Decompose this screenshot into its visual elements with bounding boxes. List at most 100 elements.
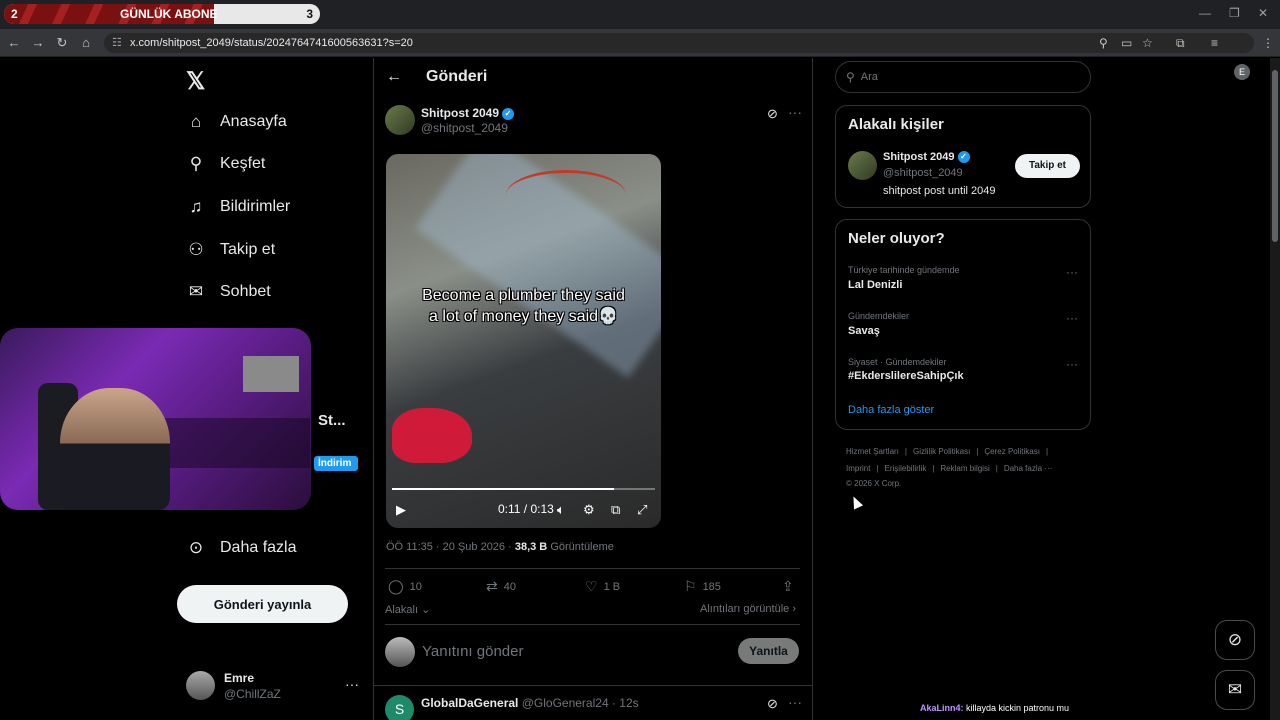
page-scrollbar[interactable]	[1270, 58, 1280, 720]
grok-fab-icon[interactable]: ⊘	[1215, 620, 1255, 660]
profile-avatar[interactable]: E	[1234, 64, 1250, 80]
tweet-more-icon[interactable]: ···	[788, 104, 802, 120]
next-tweet-author[interactable]: GlobalDaGeneral @GloGeneral24 · 12s	[421, 696, 639, 710]
forward-icon[interactable]: →	[30, 35, 46, 50]
account-name[interactable]: Emre	[224, 671, 254, 685]
restore-icon[interactable]: ❐	[1229, 6, 1240, 20]
discount-badge[interactable]: İndirim	[314, 456, 358, 471]
reply-icon: ◯	[388, 578, 404, 594]
site-info-icon[interactable]: ☷	[112, 36, 122, 49]
nav-item-notifications[interactable]: ♫ Bildirimler	[186, 192, 291, 222]
bookmark-icon: ⚐	[684, 578, 697, 594]
back-icon[interactable]: ←	[6, 35, 22, 50]
footer-link[interactable]: Imprint	[846, 464, 870, 473]
post-button[interactable]: Gönderi yayınla	[177, 585, 348, 623]
home-icon[interactable]: ⌂	[78, 35, 94, 50]
play-icon[interactable]: ▶	[396, 502, 406, 518]
footer-links-row: Imprint | Erişilebilirlik | Reklam bilgisi | D…	[846, 464, 1058, 473]
menu-icon[interactable]: ⋮	[1262, 36, 1274, 50]
column-divider	[812, 58, 813, 720]
trend-more-icon[interactable]: ···	[1066, 311, 1078, 325]
video-red-hat	[392, 408, 472, 463]
nav-item-home[interactable]: ⌂ Anasayfa	[186, 107, 287, 137]
tweet-more-icon[interactable]: ···	[788, 694, 802, 710]
related-person-avatar[interactable]	[848, 151, 877, 180]
tab-left-number: 2	[11, 7, 18, 21]
cast-icon[interactable]: ▭	[1121, 36, 1132, 50]
video-progress-fill	[392, 488, 615, 490]
extensions-icon[interactable]: ⧉	[1176, 36, 1185, 51]
trend-more-icon[interactable]: ···	[1066, 357, 1078, 371]
footer-sep: |	[976, 447, 979, 456]
home-icon: ⌂	[190, 112, 202, 131]
trend-name[interactable]: #EkderslilereSahipÇık	[848, 370, 964, 382]
view-quotes-link[interactable]: Alıntıları görüntüle ›	[700, 603, 796, 615]
caption-line: a lot of money they said💀	[429, 308, 618, 325]
video-player[interactable]: Become a plumber they said a lot of mone…	[386, 154, 661, 528]
bookmark-star-icon[interactable]: ☆	[1142, 36, 1153, 50]
tweet-author-name[interactable]: Shitpost 2049 ✓	[421, 106, 515, 120]
volume-icon[interactable]: 🔈︎	[557, 502, 565, 518]
nav-label: Daha fazla	[220, 539, 297, 556]
tweet-date[interactable]: ÖÖ 11:35 · 20 Şub 2026 ·	[386, 541, 515, 553]
reply-button[interactable]: Yanıtla	[738, 638, 799, 664]
retweet-count: 40	[503, 580, 516, 593]
retweet-action[interactable]: ⇄ 40	[486, 578, 516, 595]
like-action[interactable]: ♡ 1 B	[585, 578, 620, 595]
scrollbar-thumb[interactable]	[1272, 70, 1278, 242]
url-field[interactable]: ☷ x.com/shitpost_2049/status/20247647416…	[104, 33, 1254, 53]
footer-link[interactable]: Reklam bilgisi	[940, 464, 989, 473]
search-input[interactable]: ⚲ Ara	[835, 61, 1091, 93]
messages-fab-icon[interactable]: ✉	[1215, 670, 1255, 710]
account-handle: @ChillZaZ	[224, 687, 281, 701]
bookmark-action[interactable]: ⚐ 185	[684, 578, 721, 595]
mouse-cursor-icon	[848, 494, 864, 510]
reply-avatar	[385, 637, 415, 667]
footer-link[interactable]: Gizlilik Politikası	[913, 447, 970, 456]
video-pipe	[506, 170, 626, 220]
trend-name[interactable]: Savaş	[848, 325, 880, 337]
tweet-author-handle[interactable]: @shitpost_2049	[421, 121, 508, 135]
footer-link[interactable]: Hizmet Şartları	[846, 447, 899, 456]
trend-name[interactable]: Lal Denizli	[848, 279, 902, 291]
footer-link[interactable]: Çerez Politikası	[984, 447, 1040, 456]
nav-item-chat[interactable]: ✉ Sohbet	[186, 277, 271, 307]
footer-sep: |	[932, 464, 935, 473]
webcam-picture-frame	[243, 356, 299, 392]
show-more-link[interactable]: Daha fazla göster	[848, 404, 934, 416]
reply-action[interactable]: ◯ 10	[388, 578, 422, 595]
browser-tab[interactable]: 2 GÜNLÜK ABONE 3	[4, 4, 320, 24]
nav-item-more[interactable]: ⊙ Daha fazla	[186, 533, 297, 563]
video-progress-bar[interactable]	[392, 488, 655, 490]
x-logo-icon[interactable]: 𝕏	[186, 67, 205, 96]
related-dropdown[interactable]: Alakalı ⌄	[385, 603, 430, 616]
back-arrow-icon[interactable]: ←	[386, 68, 402, 86]
zoom-icon[interactable]: ⚲	[1099, 36, 1108, 50]
minimize-icon[interactable]: —	[1199, 6, 1211, 20]
follow-button[interactable]: Takip et	[1015, 154, 1080, 178]
fullscreen-icon[interactable]: ⤢	[637, 502, 647, 518]
tweet-author-avatar[interactable]	[385, 105, 415, 135]
video-caption: Become a plumber they said a lot of mone…	[386, 285, 661, 327]
nav-item-explore[interactable]: ⚲ Keşfet	[186, 149, 266, 179]
pip-icon[interactable]: ⧉	[611, 502, 620, 518]
reply-input[interactable]: Yanıtını gönder	[422, 643, 523, 660]
share-action[interactable]: ⇪	[782, 578, 800, 595]
trend-more-icon[interactable]: ···	[1066, 265, 1078, 279]
close-icon[interactable]: ✕	[1258, 6, 1268, 20]
next-tweet-avatar[interactable]: S	[385, 695, 414, 720]
nav-item-follow[interactable]: ⚇ Takip et	[186, 235, 275, 265]
media-icon[interactable]: ≡	[1211, 36, 1218, 50]
footer-link[interactable]: Daha fazla ···	[1004, 464, 1052, 473]
related-person-name[interactable]: Shitpost 2049 ✓	[883, 151, 970, 164]
footer-link[interactable]: Erişilebilirlik	[885, 464, 927, 473]
grok-icon[interactable]: ⊘	[767, 696, 778, 712]
stream-chat-message: AkaLinn4: killayda kickin patronu mu	[920, 703, 1069, 713]
related-name-text: Shitpost 2049	[883, 151, 955, 163]
reload-icon[interactable]: ↻	[54, 35, 70, 51]
account-more-icon[interactable]: ···	[345, 676, 359, 692]
settings-icon[interactable]: ⚙	[583, 502, 595, 518]
next-author-handle: @GloGeneral24 · 12s	[521, 696, 639, 710]
grok-icon[interactable]: ⊘	[767, 106, 778, 122]
account-avatar[interactable]	[186, 671, 215, 700]
